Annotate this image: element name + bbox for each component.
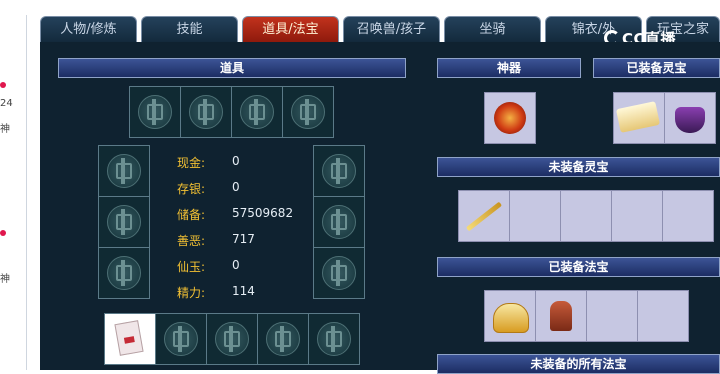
equipped-magic-header: 已装备法宝 bbox=[437, 257, 720, 277]
item-slot[interactable] bbox=[99, 248, 149, 298]
item-slot[interactable] bbox=[130, 87, 180, 137]
spirit-slot[interactable] bbox=[663, 191, 713, 241]
tab-summons[interactable]: 召唤兽/孩子 bbox=[343, 16, 440, 42]
fire-orb-icon bbox=[494, 102, 526, 134]
stat-row-reserve: 储备: 57509682 bbox=[177, 206, 294, 222]
seal-emblem-icon bbox=[164, 322, 198, 356]
seal-emblem-icon bbox=[107, 256, 141, 290]
seal-emblem-icon bbox=[107, 154, 141, 188]
seal-emblem-icon bbox=[317, 322, 351, 356]
unequipped-magic-header: 未装备的所有法宝 bbox=[437, 354, 720, 374]
spirit-slot[interactable] bbox=[459, 191, 509, 241]
item-slot[interactable] bbox=[309, 314, 359, 364]
golden-fan-icon bbox=[493, 303, 529, 333]
item-slot[interactable] bbox=[258, 314, 308, 364]
item-slot[interactable] bbox=[283, 87, 333, 137]
item-slots-right bbox=[313, 145, 365, 299]
sidebar-text-3: 神 bbox=[0, 274, 10, 285]
item-slot[interactable] bbox=[99, 146, 149, 196]
stat-row-cash: 现金: 0 bbox=[177, 154, 240, 170]
seal-stamp-icon bbox=[550, 301, 572, 331]
scroll-icon bbox=[615, 101, 661, 133]
equipped-spirit-header: 已装备灵宝 bbox=[593, 58, 720, 78]
item-slot[interactable] bbox=[232, 87, 282, 137]
item-slot[interactable] bbox=[99, 197, 149, 247]
item-slot[interactable] bbox=[314, 248, 364, 298]
spirit-slot[interactable] bbox=[612, 191, 662, 241]
unequipped-spirit-slots bbox=[458, 190, 714, 242]
item-slots-top bbox=[129, 86, 334, 138]
item-slot[interactable] bbox=[314, 146, 364, 196]
seal-emblem-icon bbox=[322, 256, 356, 290]
seal-emblem-icon bbox=[189, 95, 223, 129]
item-slot[interactable] bbox=[181, 87, 231, 137]
spirit-slot[interactable] bbox=[561, 191, 611, 241]
seal-emblem-icon bbox=[291, 95, 325, 129]
stat-row-savings: 存银: 0 bbox=[177, 180, 240, 196]
golden-rod-icon bbox=[465, 201, 503, 232]
item-slot[interactable] bbox=[314, 197, 364, 247]
items-header: 道具 bbox=[58, 58, 406, 78]
stat-row-energy: 精力: 114 bbox=[177, 284, 255, 300]
spirit-slot[interactable] bbox=[665, 93, 715, 143]
card-item-icon bbox=[114, 320, 144, 356]
stat-row-karma: 善恶: 717 bbox=[177, 232, 255, 248]
magic-slot[interactable] bbox=[638, 291, 688, 341]
sidebar-text-1: 24 bbox=[0, 98, 13, 109]
tab-mounts[interactable]: 坐骑 bbox=[444, 16, 541, 42]
spirit-slot[interactable] bbox=[510, 191, 560, 241]
artifact-header: 神器 bbox=[437, 58, 581, 78]
artifact-slots bbox=[484, 92, 536, 144]
magic-slot[interactable] bbox=[485, 291, 535, 341]
seal-emblem-icon bbox=[138, 95, 172, 129]
seal-emblem-icon bbox=[266, 322, 300, 356]
item-slot[interactable] bbox=[207, 314, 257, 364]
tab-skills[interactable]: 技能 bbox=[141, 16, 238, 42]
item-slots-left bbox=[98, 145, 150, 299]
seal-emblem-icon bbox=[215, 322, 249, 356]
red-dot-icon bbox=[0, 82, 6, 88]
seal-emblem-icon bbox=[107, 205, 141, 239]
tab-items-magic[interactable]: 道具/法宝 bbox=[242, 16, 339, 42]
spirit-slot[interactable] bbox=[614, 93, 664, 143]
item-slots-bottom bbox=[104, 313, 360, 365]
stat-row-jade: 仙玉: 0 bbox=[177, 258, 240, 274]
top-header-partial bbox=[26, 0, 720, 15]
artifact-slot[interactable] bbox=[485, 93, 535, 143]
unequipped-spirit-header: 未装备灵宝 bbox=[437, 157, 720, 177]
seal-emblem-icon bbox=[322, 205, 356, 239]
tab-character[interactable]: 人物/修炼 bbox=[40, 16, 137, 42]
equipped-magic-slots bbox=[484, 290, 689, 342]
item-slot[interactable] bbox=[105, 314, 155, 364]
cauldron-icon bbox=[675, 107, 705, 133]
seal-emblem-icon bbox=[240, 95, 274, 129]
left-sidebar-partial: 24 神 神 bbox=[0, 0, 27, 370]
equipped-spirit-slots bbox=[613, 92, 716, 144]
currency-stats: 现金: 0 存银: 0 储备: 57509682 善恶: 717 仙玉: 0 精力: 114 bbox=[177, 150, 307, 306]
sidebar-text-2: 神 bbox=[0, 124, 10, 135]
magic-slot[interactable] bbox=[536, 291, 586, 341]
item-slot[interactable] bbox=[156, 314, 206, 364]
red-dot-icon bbox=[0, 230, 6, 236]
seal-emblem-icon bbox=[322, 154, 356, 188]
magic-slot[interactable] bbox=[587, 291, 637, 341]
